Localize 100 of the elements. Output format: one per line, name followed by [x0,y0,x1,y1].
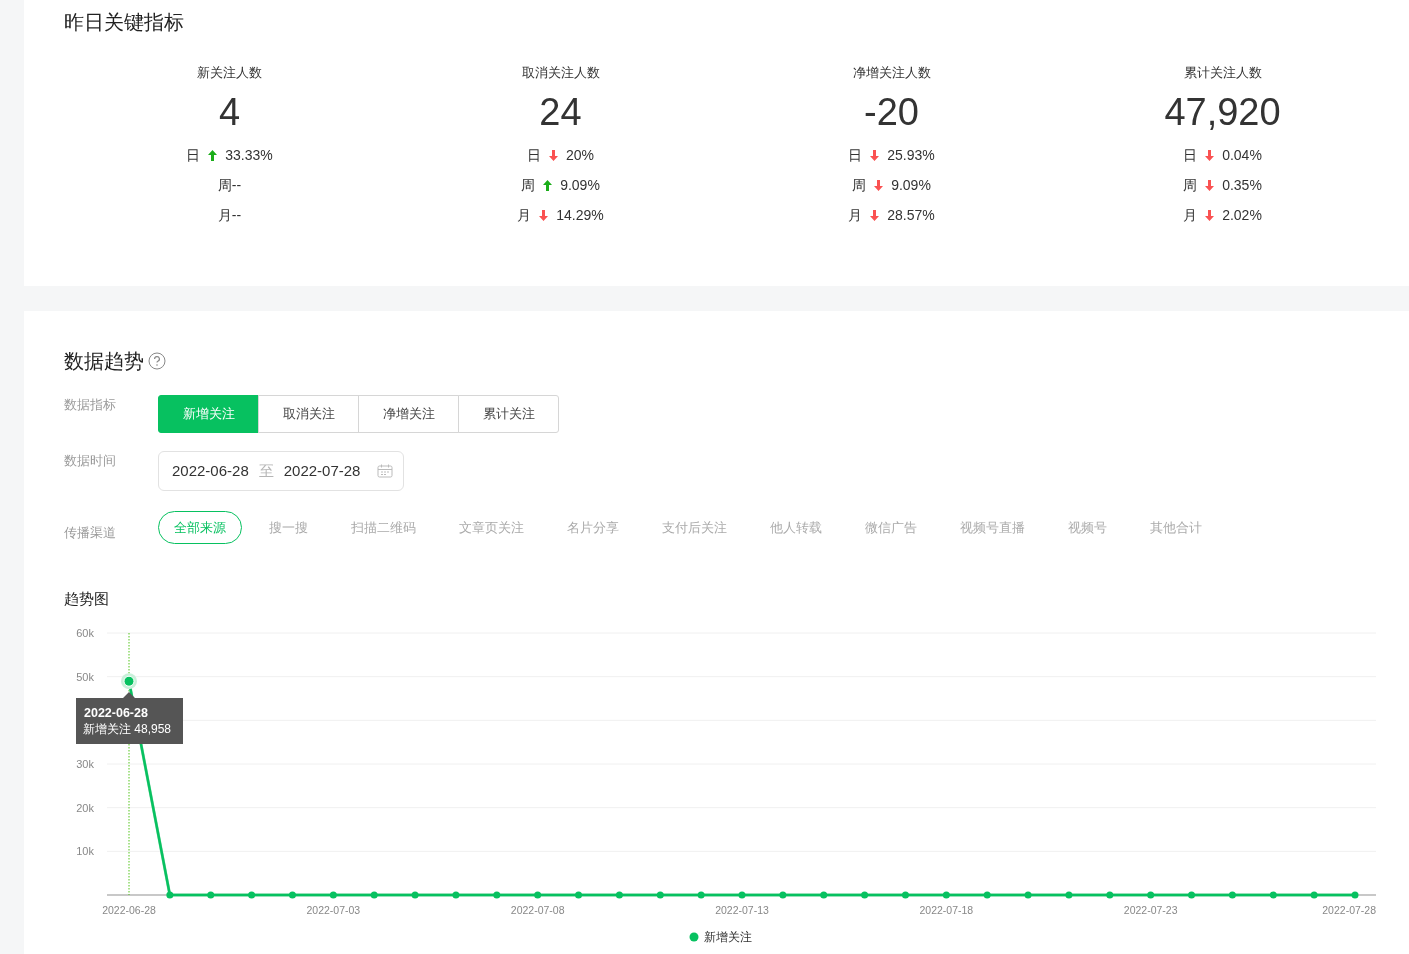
period-label: 日 [527,145,541,165]
data-point [166,891,174,898]
filter-label: 传播渠道 [64,523,117,542]
data-point [1065,891,1073,898]
channel-filter[interactable]: 支付后关注 [646,511,743,544]
data-point [697,891,705,898]
channel-filter[interactable]: 扫描二维码 [335,511,432,544]
change-value: 0.04% [1222,145,1262,165]
metric-label: 新关注人数 [196,64,263,82]
period-label: 月 [1183,205,1198,225]
channel-filter[interactable]: 视频号 [1052,511,1123,544]
start-date: 2022-06-28 [172,460,249,481]
metric-tab[interactable]: 净增关注 [358,395,459,433]
section-title: 数据趋势 [64,349,144,374]
data-point [248,891,256,898]
axis-tick-label: 2022-07-13 [715,903,769,916]
metric-value: 24 [538,90,583,135]
axis-tick-label: 10k [76,844,94,857]
period-label: 日 [186,145,201,165]
data-point [1269,891,1277,898]
change-value: 月-- [217,205,242,225]
change-value: 14.29% [556,205,604,225]
legend-label: 新增关注 [704,929,752,944]
change-value: 33.33% [225,145,273,165]
range-separator: 至 [258,460,274,481]
chart-title: 趋势图 [64,589,110,609]
metric-value: -20 [863,90,920,135]
metric-tab[interactable]: 取消关注 [258,395,359,433]
data-point [575,891,583,898]
data-point [983,891,991,898]
data-point [738,891,746,898]
legend-marker [689,932,699,941]
data-point [861,891,869,898]
metric-label: 累计关注人数 [1182,64,1263,82]
period-label: 周 [1183,175,1198,195]
change-value: 28.57% [887,205,935,225]
tooltip-value: 新增关注 48,958 [83,721,172,736]
data-point [901,891,909,898]
metric-value: 4 [217,90,242,135]
data-point [1147,891,1155,898]
date-range-field[interactable]: 2022-06-28 至 2022-07-28 [158,451,404,491]
change-value: 0.35% [1222,175,1262,195]
period-label: 日 [1183,145,1198,165]
metric-label: 净增关注人数 [851,64,932,82]
data-point [452,891,460,898]
data-point [942,891,950,898]
metric-label: 取消关注人数 [520,64,601,82]
axis-tick-label: 60k [76,626,94,639]
data-point [288,891,296,898]
axis-tick-label: 20k [76,801,94,814]
metric-tab[interactable]: 累计关注 [458,395,559,433]
help-icon [148,352,166,370]
period-label: 周 [852,175,867,195]
change-value: 9.09% [560,175,600,195]
channel-filter[interactable]: 微信广告 [849,511,933,544]
data-point [534,891,542,898]
channel-filter[interactable]: 他人转载 [754,511,838,544]
channel-filter[interactable]: 文章页关注 [443,511,540,544]
filter-label: 数据时间 [64,452,117,470]
data-point [411,891,419,898]
change-value: 9.09% [891,175,931,195]
data-point [207,891,215,898]
change-value: 25.93% [887,145,935,165]
data-point [493,891,501,898]
data-point [615,891,623,898]
data-point [1310,891,1318,898]
data-point [1351,891,1359,898]
axis-tick-label: 2022-07-28 [1322,903,1376,916]
axis-tick-label: 2022-06-28 [102,903,156,916]
axis-tick-label: 2022-07-03 [306,903,361,916]
data-point [1228,891,1236,898]
channel-filter[interactable]: 名片分享 [551,511,635,544]
axis-tick-label: 30k [76,757,94,770]
axis-tick-label: 50k [76,670,94,683]
filter-label: 数据指标 [64,396,117,414]
channel-filter[interactable]: 其他合计 [1134,511,1218,544]
period-label: 周 [521,175,536,195]
data-point [1024,891,1032,898]
calendar-icon [377,464,393,478]
highlighted-point [121,672,137,689]
data-point [779,891,787,898]
data-point [1106,891,1114,898]
end-date: 2022-07-28 [283,460,361,481]
section-title: 昨日关键指标 [64,10,185,35]
data-point [820,891,828,898]
period-label: 月 [517,205,532,225]
change-value: 周-- [217,175,242,195]
axis-tick-label: 2022-07-23 [1123,903,1178,916]
change-value: 2.02% [1222,205,1262,225]
axis-tick-label: 2022-07-08 [510,903,565,916]
data-point [656,891,664,898]
metric-value: 47,920 [1163,90,1282,135]
change-value: 20% [566,145,594,165]
data-point [370,891,378,898]
period-label: 日 [848,145,863,165]
period-label: 月 [848,205,863,225]
axis-tick-label: 2022-07-18 [919,903,974,916]
data-point [1188,891,1196,898]
metric-tab[interactable]: 新增关注 [158,395,259,433]
channel-filter[interactable]: 视频号直播 [944,511,1041,544]
